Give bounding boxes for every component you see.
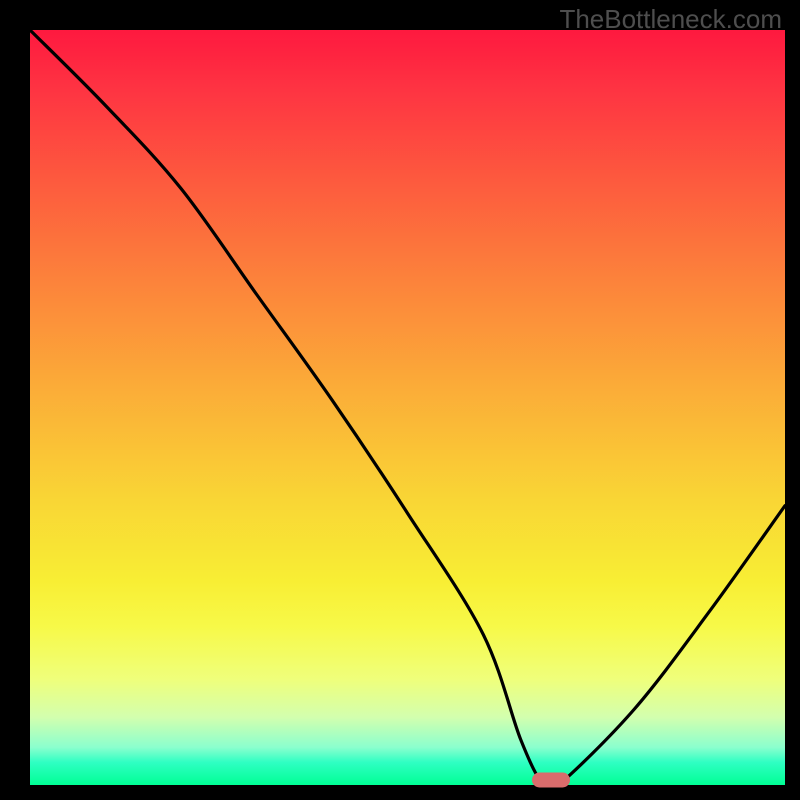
optimal-marker — [532, 773, 570, 788]
plot-area — [30, 30, 785, 785]
watermark-text: TheBottleneck.com — [559, 4, 782, 35]
chart-frame: TheBottleneck.com — [0, 0, 800, 800]
bottleneck-curve — [30, 30, 785, 785]
